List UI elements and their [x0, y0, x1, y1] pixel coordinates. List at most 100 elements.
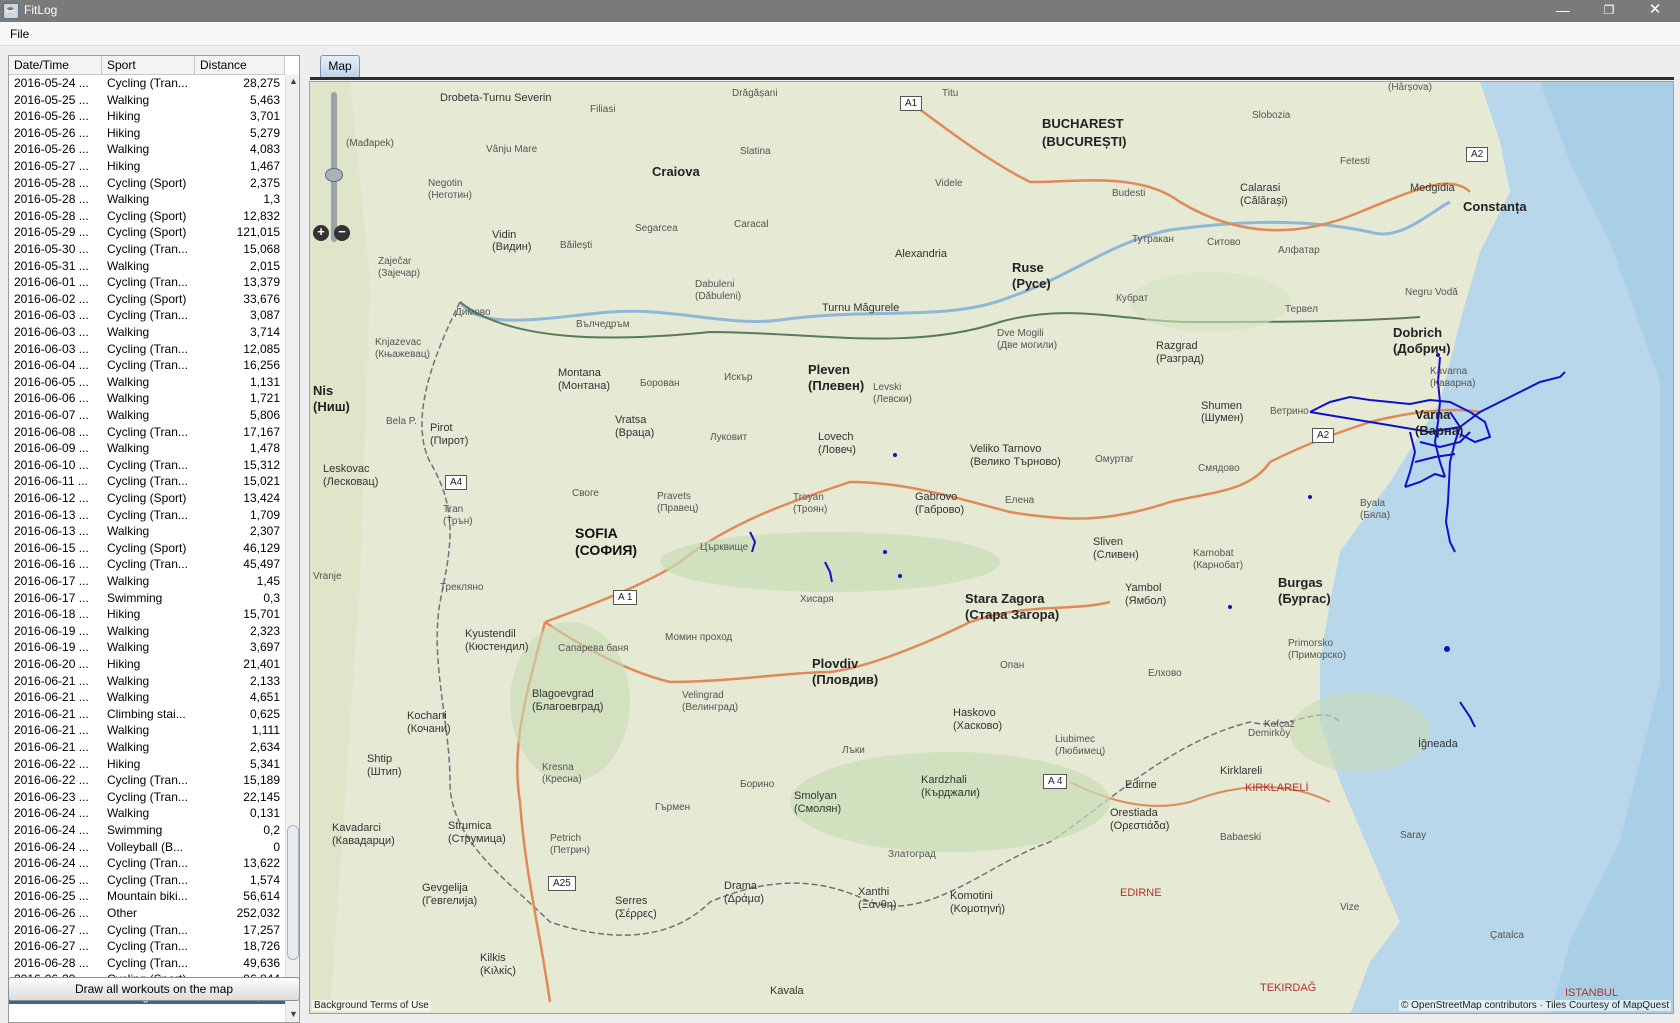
table-row[interactable]: 2016-06-24 ... Volleyball (B... 0	[9, 839, 285, 855]
table-row[interactable]: 2016-06-01 ... Cycling (Tran... 13,379	[9, 274, 285, 290]
table-row[interactable]: 2016-05-28 ... Walking 1,3	[9, 191, 285, 207]
map-label: Pleven	[808, 362, 850, 377]
table-row[interactable]: 2016-06-24 ... Walking 0,131	[9, 805, 285, 821]
cell-sport: Swimming	[107, 823, 163, 837]
cell-distance: 22,145	[243, 789, 280, 804]
table-row[interactable]: 2016-05-26 ... Walking 4,083	[9, 141, 285, 157]
table-row[interactable]: 2016-06-03 ... Cycling (Tran... 12,085	[9, 341, 285, 357]
cell-distance: 5,341	[249, 756, 280, 771]
cell-distance: 2,375	[249, 175, 280, 190]
attribution-terms-link[interactable]: Background Terms of Use	[312, 1000, 431, 1011]
table-row[interactable]: 2016-06-28 ... Cycling (Tran... 49,636	[9, 955, 285, 971]
column-header-distance[interactable]: Distance	[195, 56, 285, 75]
map-label: Димово	[455, 307, 491, 318]
zoom-slider-handle[interactable]	[325, 168, 343, 182]
table-row[interactable]: 2016-06-03 ... Cycling (Tran... 3,087	[9, 307, 285, 323]
map-label: Medgidia	[1410, 182, 1455, 194]
table-row[interactable]: 2016-06-16 ... Cycling (Tran... 45,497	[9, 556, 285, 572]
table-scrollbar[interactable]: ▲ ▼	[285, 75, 299, 1022]
column-header-date[interactable]: Date/Time	[9, 56, 102, 75]
scroll-up-icon[interactable]: ▲	[288, 76, 299, 88]
map-label: (Зајечар)	[378, 268, 421, 279]
table-row[interactable]: 2016-06-23 ... Cycling (Tran... 22,145	[9, 789, 285, 805]
table-row[interactable]: 2016-06-17 ... Walking 1,45	[9, 573, 285, 589]
map-label: Saray	[1400, 830, 1427, 841]
table-row[interactable]: 2016-06-26 ... Other 252,032	[9, 905, 285, 921]
road-shield: A2	[1466, 147, 1489, 162]
scroll-down-icon[interactable]: ▼	[288, 1009, 299, 1021]
table-row[interactable]: 2016-06-27 ... Cycling (Tran... 18,726	[9, 938, 285, 954]
zoom-slider[interactable]	[331, 92, 337, 242]
menu-file[interactable]: File	[10, 27, 29, 41]
table-row[interactable]: 2016-05-26 ... Hiking 3,701	[9, 108, 285, 124]
zoom-in-button[interactable]: +	[313, 225, 329, 241]
map-label: Златоград	[888, 849, 936, 860]
table-row[interactable]: 2016-06-02 ... Cycling (Sport) 33,676	[9, 291, 285, 307]
maximize-button[interactable]: ❐	[1586, 0, 1632, 22]
table-row[interactable]: 2016-06-15 ... Cycling (Sport) 46,129	[9, 540, 285, 556]
table-row[interactable]: 2016-06-21 ... Walking 2,634	[9, 739, 285, 755]
table-row[interactable]: 2016-05-24 ... Cycling (Tran... 28,275	[9, 75, 285, 91]
table-row[interactable]: 2016-05-27 ... Hiking 1,467	[9, 158, 285, 174]
map-view[interactable]: + − A1 A2 A4 A 1 A 4 A25 A2 BUCHAREST (B…	[309, 81, 1674, 1014]
cell-date: 2016-06-04 ...	[14, 358, 89, 373]
draw-all-workouts-button[interactable]: Draw all workouts on the map	[8, 977, 300, 1001]
table-row[interactable]: 2016-05-28 ... Cycling (Sport) 2,375	[9, 175, 285, 191]
tab-divider	[310, 77, 1674, 80]
table-row[interactable]: 2016-05-26 ... Hiking 5,279	[9, 125, 285, 141]
column-header-sport[interactable]: Sport	[102, 56, 195, 75]
table-row[interactable]: 2016-06-09 ... Walking 1,478	[9, 440, 285, 456]
close-button[interactable]: ✕	[1632, 0, 1678, 22]
table-row[interactable]: 2016-06-25 ... Cycling (Tran... 1,574	[9, 872, 285, 888]
table-row[interactable]: 2016-05-29 ... Cycling (Sport) 121,015	[9, 224, 285, 240]
table-row[interactable]: 2016-06-11 ... Cycling (Tran... 15,021	[9, 473, 285, 489]
table-row[interactable]: 2016-06-24 ... Swimming 0,2	[9, 822, 285, 838]
table-row[interactable]: 2016-06-12 ... Cycling (Sport) 13,424	[9, 490, 285, 506]
table-row[interactable]: 2016-06-17 ... Swimming 0,3	[9, 590, 285, 606]
cell-date: 2016-06-23 ...	[14, 789, 89, 804]
table-row[interactable]: 2016-06-25 ... Mountain biki... 56,614	[9, 888, 285, 904]
table-row[interactable]: 2016-06-21 ... Walking 2,133	[9, 673, 285, 689]
minimize-button[interactable]: —	[1540, 0, 1586, 22]
table-row[interactable]: 2016-06-21 ... Climbing stai... 0,625	[9, 706, 285, 722]
table-row[interactable]: 2016-06-03 ... Walking 3,714	[9, 324, 285, 340]
table-row[interactable]: 2016-06-22 ... Cycling (Tran... 15,189	[9, 772, 285, 788]
table-row[interactable]: 2016-06-22 ... Hiking 5,341	[9, 756, 285, 772]
map-label: Leskovac	[323, 463, 370, 475]
table-row[interactable]: 2016-06-07 ... Walking 5,806	[9, 407, 285, 423]
table-row[interactable]: 2016-05-30 ... Cycling (Tran... 15,068	[9, 241, 285, 257]
cell-sport: Walking	[107, 574, 150, 588]
map-label: Своге	[572, 488, 599, 499]
map-label: (Књажевац)	[375, 349, 430, 360]
cell-date: 2016-06-08 ...	[14, 424, 89, 439]
table-row[interactable]: 2016-05-31 ... Walking 2,015	[9, 258, 285, 274]
table-row[interactable]: 2016-06-24 ... Cycling (Tran... 13,622	[9, 855, 285, 871]
table-row[interactable]: 2016-06-20 ... Hiking 21,401	[9, 656, 285, 672]
table-row[interactable]: 2016-06-19 ... Walking 2,323	[9, 623, 285, 639]
scrollbar-thumb[interactable]	[287, 825, 299, 960]
table-row[interactable]: 2016-06-04 ... Cycling (Tran... 16,256	[9, 357, 285, 373]
table-row[interactable]: 2016-06-06 ... Walking 1,721	[9, 390, 285, 406]
table-row[interactable]: 2016-06-21 ... Walking 4,651	[9, 689, 285, 705]
table-row[interactable]: 2016-06-18 ... Hiking 15,701	[9, 606, 285, 622]
table-row[interactable]: 2016-06-08 ... Cycling (Tran... 17,167	[9, 424, 285, 440]
table-row[interactable]: 2016-06-13 ... Cycling (Tran... 1,709	[9, 507, 285, 523]
table-row[interactable]: 2016-06-27 ... Cycling (Tran... 17,257	[9, 922, 285, 938]
table-row[interactable]: 2016-06-13 ... Walking 2,307	[9, 523, 285, 539]
table-row[interactable]: 2016-06-05 ... Walking 1,131	[9, 374, 285, 390]
cell-date: 2016-06-18 ...	[14, 607, 89, 622]
cell-sport: Cycling (Tran...	[107, 939, 188, 954]
table-row[interactable]: 2016-06-21 ... Walking 1,111	[9, 722, 285, 738]
table-row[interactable]: 2016-06-10 ... Cycling (Tran... 15,312	[9, 457, 285, 473]
map-label: Knjazevac	[375, 337, 422, 348]
table-row[interactable]: 2016-05-28 ... Cycling (Sport) 12,832	[9, 208, 285, 224]
zoom-out-button[interactable]: −	[334, 225, 350, 241]
cell-sport: Cycling (Sport)	[107, 175, 187, 190]
map-label: Turnu Măgurele	[822, 302, 900, 314]
table-row[interactable]: 2016-06-19 ... Walking 3,697	[9, 639, 285, 655]
cell-distance: 15,021	[243, 474, 280, 489]
tab-map[interactable]: Map	[320, 55, 360, 77]
map-label: Църквище	[700, 542, 749, 553]
table-row[interactable]: 2016-05-25 ... Walking 5,463	[9, 92, 285, 108]
cell-date: 2016-06-07 ...	[14, 408, 89, 422]
